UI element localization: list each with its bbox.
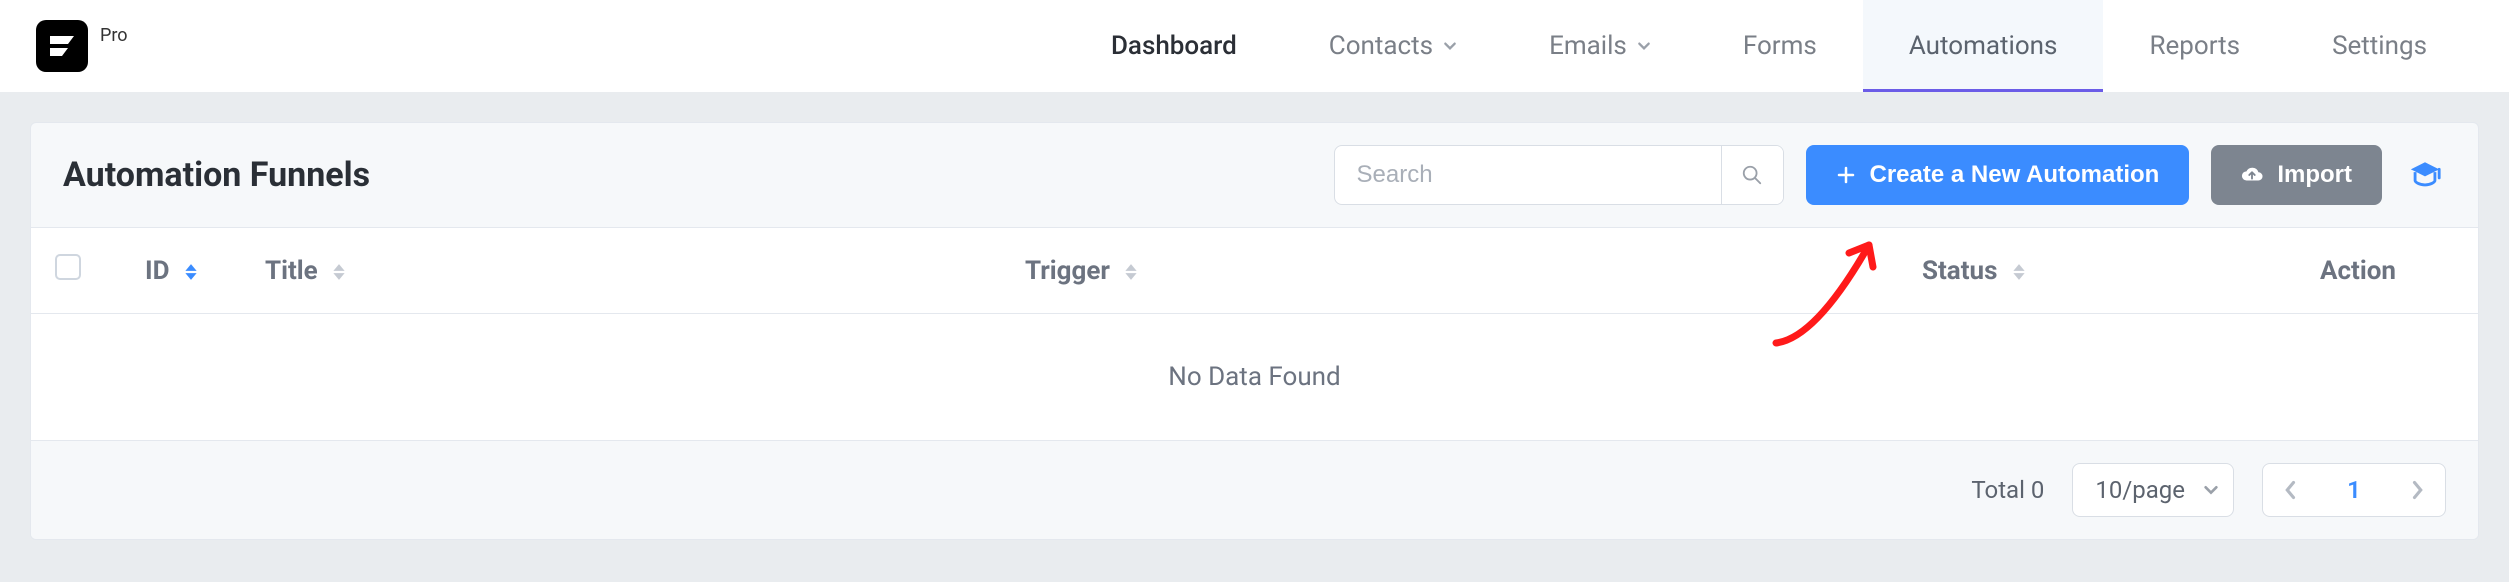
table-header: ID Title Trigger (31, 228, 2478, 314)
import-button[interactable]: Import (2211, 145, 2382, 205)
create-automation-label: Create a New Automation (1870, 161, 2160, 189)
pager-current[interactable]: 1 (2319, 476, 2389, 504)
brand-tier: Pro (100, 25, 128, 46)
graduation-cap-icon (2408, 158, 2442, 192)
nav-reports-label: Reports (2149, 31, 2240, 61)
nav-automations-label: Automations (1909, 31, 2058, 61)
col-id[interactable]: ID (121, 228, 241, 314)
empty-state-message: No Data Found (1168, 362, 1340, 392)
select-all-checkbox[interactable] (55, 254, 81, 280)
pager-next[interactable] (2389, 480, 2445, 500)
col-title[interactable]: Title (241, 228, 1001, 314)
chevron-left-icon (2284, 480, 2298, 500)
page-size-label: 10/page (2095, 476, 2185, 504)
panel-header: Automation Funnels Create a New Automati… (31, 123, 2478, 227)
panel-footer: Total 0 10/page 1 (31, 441, 2478, 539)
col-trigger[interactable]: Trigger (1001, 228, 1898, 314)
cloud-upload-icon (2241, 164, 2263, 186)
nav-forms-label: Forms (1743, 31, 1817, 61)
brand-logo[interactable] (36, 20, 88, 72)
empty-state-row: No Data Found (31, 314, 2478, 441)
col-action-label: Action (2320, 256, 2396, 286)
nav-automations[interactable]: Automations (1863, 0, 2104, 92)
chevron-down-icon (1637, 39, 1651, 53)
nav-contacts[interactable]: Contacts (1283, 0, 1503, 92)
brand: Pro (36, 20, 128, 72)
plus-icon (1836, 165, 1856, 185)
automations-table: ID Title Trigger (31, 227, 2478, 441)
col-title-label: Title (265, 256, 318, 286)
nav-dashboard[interactable]: Dashboard (1065, 0, 1283, 92)
page-title: Automation Funnels (63, 155, 370, 195)
nav-reports[interactable]: Reports (2103, 0, 2286, 92)
top-nav: Pro Dashboard Contacts Emails Forms Auto… (0, 0, 2509, 92)
search-icon (1741, 164, 1763, 186)
create-automation-button[interactable]: Create a New Automation (1806, 145, 2190, 205)
page-size-select[interactable]: 10/page (2072, 463, 2234, 517)
chevron-right-icon (2410, 480, 2424, 500)
nav-forms[interactable]: Forms (1697, 0, 1863, 92)
chevron-down-icon (1443, 39, 1457, 53)
sort-icon (1124, 263, 1138, 281)
pager: 1 (2262, 463, 2446, 517)
nav-emails[interactable]: Emails (1503, 0, 1697, 92)
main-nav: Dashboard Contacts Emails Forms Automati… (1065, 0, 2473, 92)
search-box (1334, 145, 1784, 205)
col-select (31, 228, 121, 314)
help-button[interactable] (2404, 154, 2446, 196)
import-label: Import (2277, 161, 2352, 189)
chevron-down-icon (2203, 482, 2219, 498)
sort-icon (332, 263, 346, 281)
pager-prev[interactable] (2263, 480, 2319, 500)
nav-emails-label: Emails (1549, 31, 1627, 61)
sort-icon (184, 263, 198, 281)
col-status-label: Status (1922, 256, 1997, 286)
automations-panel: Automation Funnels Create a New Automati… (30, 122, 2479, 540)
col-trigger-label: Trigger (1025, 256, 1110, 286)
pagination-total: Total 0 (1971, 476, 2044, 504)
nav-settings[interactable]: Settings (2286, 0, 2473, 92)
col-status[interactable]: Status (1898, 228, 2238, 314)
nav-contacts-label: Contacts (1329, 31, 1433, 61)
sort-icon (2012, 263, 2026, 281)
search-input[interactable] (1335, 146, 1721, 204)
nav-dashboard-label: Dashboard (1111, 31, 1237, 61)
col-id-label: ID (145, 256, 170, 286)
page-body: Automation Funnels Create a New Automati… (0, 92, 2509, 570)
brand-logo-icon (46, 30, 78, 62)
nav-settings-label: Settings (2332, 31, 2427, 61)
search-button[interactable] (1721, 146, 1783, 204)
col-action: Action (2238, 228, 2478, 314)
